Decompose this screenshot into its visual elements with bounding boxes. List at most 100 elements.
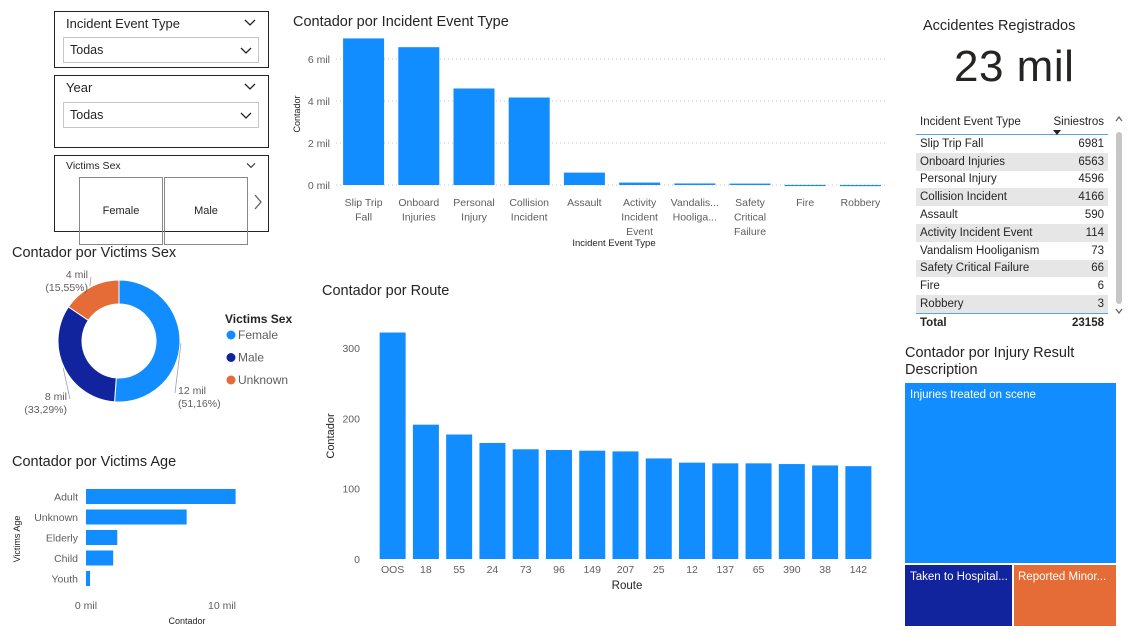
sex-chart-title: Contador por Victims Sex xyxy=(12,245,177,261)
chevron-down-icon xyxy=(240,47,252,54)
chevron-down-icon[interactable] xyxy=(244,17,256,27)
bar[interactable] xyxy=(398,47,440,185)
matrix-row[interactable]: Assault 590 xyxy=(916,206,1108,224)
treemap-cell-taken-to-hospital[interactable]: Taken to Hospital... xyxy=(905,565,1012,626)
scrollbar-thumb[interactable] xyxy=(1116,132,1122,304)
x-axis-title: Contador xyxy=(168,616,205,626)
matrix-row[interactable]: Onboard Injuries 6563 xyxy=(916,152,1108,171)
treemap-cell-reported-minor[interactable]: Reported Minor... xyxy=(1014,565,1116,626)
bar[interactable] xyxy=(619,182,661,185)
bar[interactable] xyxy=(86,571,91,586)
year-slicer[interactable]: Year Todas xyxy=(54,75,269,148)
bar[interactable] xyxy=(86,509,187,525)
tile-female[interactable]: Female xyxy=(79,177,163,245)
matrix-row[interactable]: Personal Injury 4596 xyxy=(916,171,1108,189)
matrix-row-label: Slip Trip Fall xyxy=(920,137,984,150)
tile-label: Male xyxy=(194,205,218,217)
bar[interactable] xyxy=(512,449,539,559)
bar[interactable] xyxy=(446,434,473,559)
x-tick-label: Injuries xyxy=(402,212,436,224)
x-tick-label: Injury xyxy=(461,212,487,224)
victims-age-bar-chart[interactable]: Adult Unknown Elderly Child Youth 0 mil 10 mil… xyxy=(0,478,280,630)
victims-sex-donut-chart[interactable]: 12 mil(51,16%) 8 mil(33,29%) 4 mil(15,55%)… xyxy=(0,268,300,438)
tile-male[interactable]: Male xyxy=(164,177,248,245)
treemap-label: Taken to Hospital... xyxy=(910,571,1008,583)
bar[interactable] xyxy=(479,442,506,559)
slicer-title: Year xyxy=(66,80,93,95)
bar[interactable] xyxy=(712,463,739,559)
injury-result-treemap[interactable]: Injuries treated on scene Taken to Hospi… xyxy=(905,383,1117,626)
bar[interactable] xyxy=(845,466,872,559)
bar[interactable] xyxy=(86,489,236,504)
matrix-header-type[interactable]: Incident Event Type xyxy=(916,110,1048,135)
matrix-row-value: 114 xyxy=(1085,226,1104,239)
bar[interactable] xyxy=(729,183,771,185)
matrix-row[interactable]: Safety Critical Failure 66 xyxy=(916,259,1108,278)
x-tick-label: OOS xyxy=(381,564,404,576)
slicer-title: Incident Event Type xyxy=(66,16,180,31)
bar[interactable] xyxy=(784,184,826,187)
bar[interactable] xyxy=(674,183,716,185)
bar[interactable] xyxy=(563,172,605,185)
kpi-value: 23 mil xyxy=(954,42,1075,91)
chevron-down-icon[interactable] xyxy=(244,81,256,91)
matrix-row[interactable]: Collision Incident 4166 xyxy=(916,188,1108,207)
matrix-row[interactable]: Vandalism Hooliganism 73 xyxy=(916,242,1108,260)
bar[interactable] xyxy=(812,465,839,559)
matrix-row-value: 66 xyxy=(1091,262,1104,275)
bar[interactable] xyxy=(612,451,639,559)
matrix-scrollbar[interactable] xyxy=(1113,115,1125,321)
bar[interactable] xyxy=(778,464,805,559)
bar[interactable] xyxy=(508,97,550,185)
bar[interactable] xyxy=(453,88,495,185)
bar[interactable] xyxy=(839,184,881,187)
legend-marker[interactable] xyxy=(226,330,236,340)
incident-type-slicer[interactable]: Incident Event Type Todas xyxy=(54,11,269,68)
incident-matrix[interactable]: Incident Event Type Siniestros Slip Trip… xyxy=(916,110,1108,332)
victims-sex-slicer[interactable]: Victims Sex Female Male xyxy=(54,155,269,245)
x-tick-label: Safety xyxy=(735,197,766,209)
bar[interactable] xyxy=(679,462,706,559)
route-bar-chart[interactable]: 0 100 200 300 OOS 18 55 24 73 96 149 207 25 12 137 65 39… xyxy=(318,320,888,600)
legend-label[interactable]: Female xyxy=(238,328,278,342)
bar[interactable] xyxy=(379,332,406,559)
bar[interactable] xyxy=(545,449,572,559)
bar[interactable] xyxy=(86,530,118,545)
chevron-right-icon[interactable] xyxy=(253,194,263,210)
scroll-up-icon[interactable] xyxy=(1115,115,1123,123)
donut-slice[interactable] xyxy=(114,279,181,403)
y-tick-label: 0 xyxy=(354,554,360,566)
scroll-down-icon[interactable] xyxy=(1115,307,1123,315)
bar[interactable] xyxy=(86,550,114,566)
bar[interactable] xyxy=(745,463,772,559)
chevron-down-icon[interactable] xyxy=(246,161,256,169)
incident-type-dropdown[interactable]: Todas xyxy=(63,37,259,63)
y-tick-label: 100 xyxy=(342,484,360,496)
matrix-row[interactable]: Fire 6 xyxy=(916,277,1108,295)
matrix-total-row: Total 23158 xyxy=(916,313,1108,331)
matrix-row[interactable]: Activity Incident Event 114 xyxy=(916,223,1108,242)
legend-label[interactable]: Unknown xyxy=(238,373,288,387)
x-tick-label: 24 xyxy=(487,564,499,576)
legend-label[interactable]: Male xyxy=(238,351,264,365)
legend-marker[interactable] xyxy=(226,375,236,385)
incident-type-bar-chart[interactable]: 0 mil 2 mil 4 mil 6 mil Slip Trip Fall Onboard… xyxy=(288,38,890,250)
x-axis-title: Route xyxy=(612,580,643,592)
data-label: (33,29%) xyxy=(24,404,67,416)
x-tick-label: Critical xyxy=(734,212,766,224)
matrix-row[interactable]: Robbery 3 xyxy=(916,295,1108,314)
dropdown-value: Todas xyxy=(70,43,104,57)
year-dropdown[interactable]: Todas xyxy=(63,102,259,128)
matrix-row-value: 4166 xyxy=(1078,191,1104,204)
treemap-cell-injuries-on-scene[interactable]: Injuries treated on scene xyxy=(905,383,1116,563)
treemap-label: Injuries treated on scene xyxy=(910,389,1036,401)
matrix-header-value[interactable]: Siniestros xyxy=(1048,110,1108,135)
bar[interactable] xyxy=(343,38,385,185)
donut-slice[interactable] xyxy=(57,306,117,403)
x-tick-label: 12 xyxy=(686,564,698,576)
matrix-row[interactable]: Slip Trip Fall 6981 xyxy=(916,135,1108,153)
bar[interactable] xyxy=(412,424,439,559)
legend-marker[interactable] xyxy=(226,353,236,362)
bar[interactable] xyxy=(579,450,606,559)
bar[interactable] xyxy=(645,458,672,559)
